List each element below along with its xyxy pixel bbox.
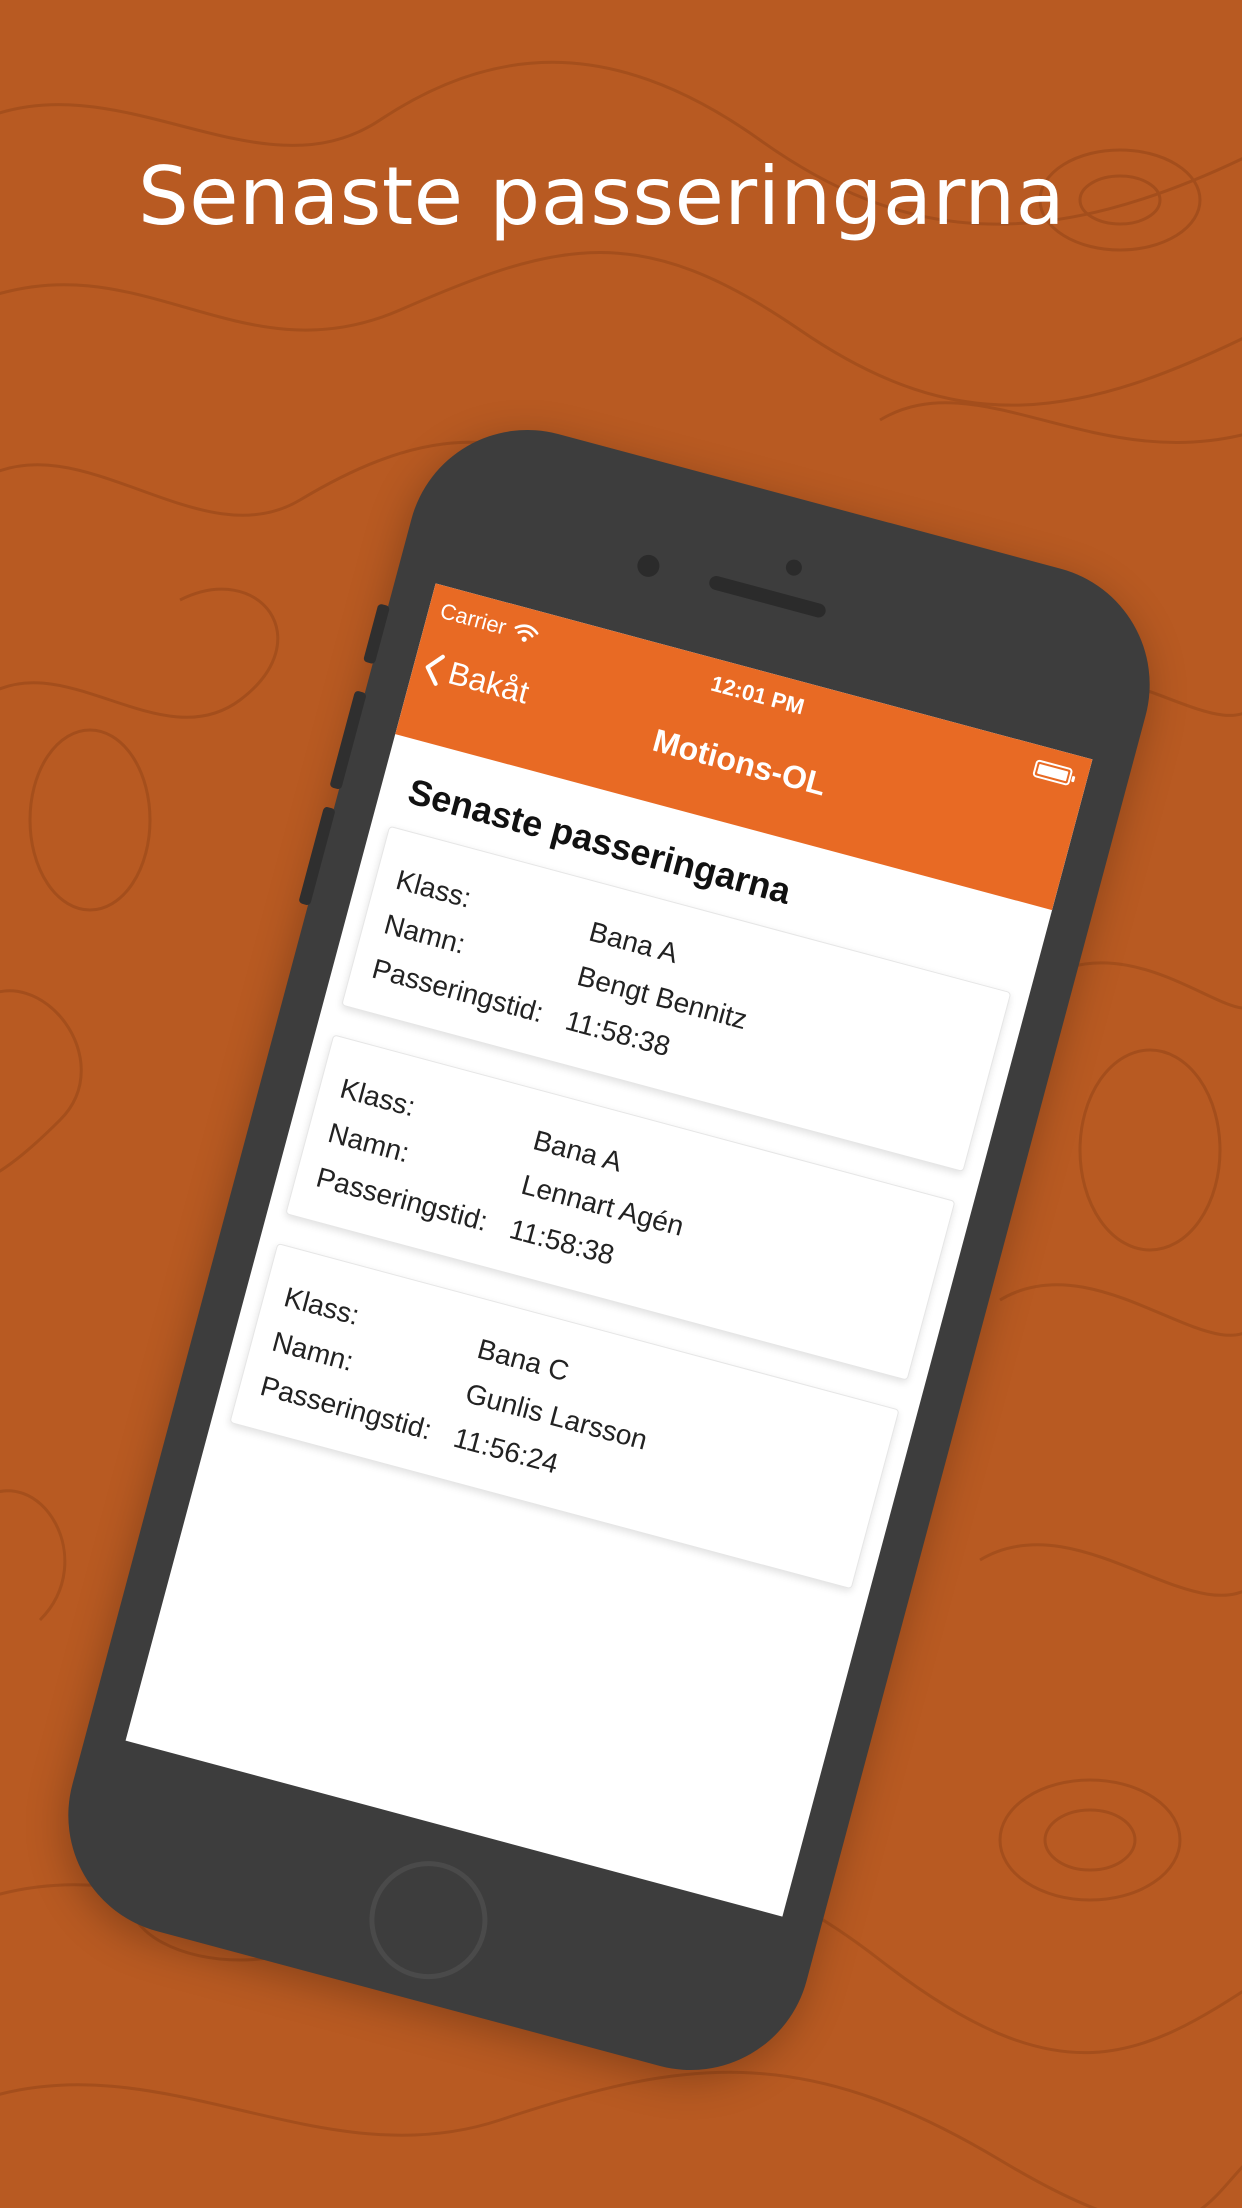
volume-up-button: [329, 690, 367, 790]
proximity-sensor: [784, 557, 804, 578]
front-camera: [634, 552, 662, 580]
mute-switch: [362, 603, 391, 665]
earpiece-speaker: [707, 574, 828, 620]
phone-mockup: Carrier 12:01 PM Bakåt Motions-OL Senast…: [0, 0, 1242, 2208]
battery-level: [1036, 763, 1069, 782]
home-button[interactable]: [356, 1847, 501, 1993]
phone-screen: Carrier 12:01 PM Bakåt Motions-OL Senast…: [125, 583, 1093, 1917]
phone-body: Carrier 12:01 PM Bakåt Motions-OL Senast…: [41, 403, 1177, 2097]
volume-down-button: [298, 806, 336, 906]
